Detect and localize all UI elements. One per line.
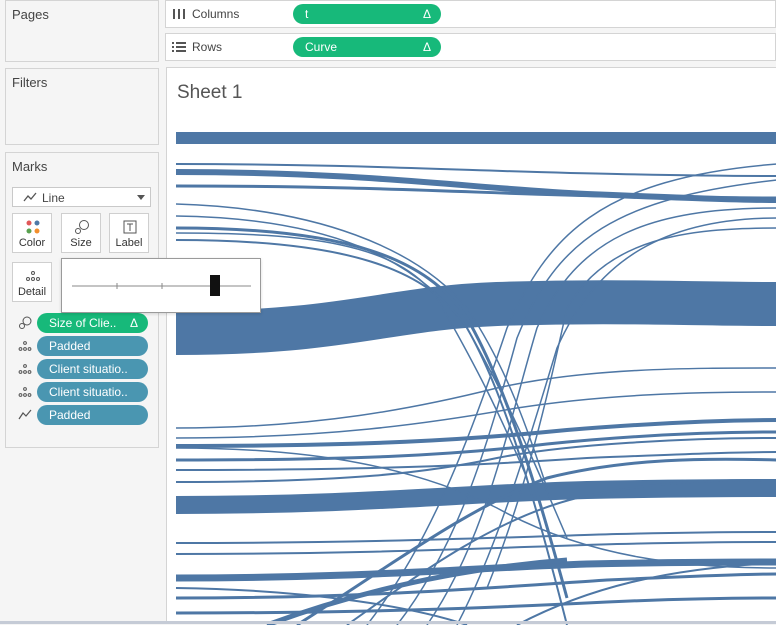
- rows-field-label: Curve: [305, 40, 338, 54]
- detail-field-pill[interactable]: Client situatio..: [37, 382, 148, 402]
- curve-line: [175, 479, 776, 514]
- delta-icon: Δ: [422, 7, 431, 21]
- columns-icon: [173, 9, 185, 19]
- detail-icon: [26, 271, 40, 281]
- rows-label: Rows: [192, 40, 223, 54]
- curve-line: [366, 163, 776, 625]
- detail-field-pill[interactable]: Client situatio..: [37, 359, 148, 379]
- delta-icon: Δ: [129, 316, 138, 330]
- color-button[interactable]: Color: [12, 213, 52, 253]
- path-field-label: Padded: [49, 408, 91, 422]
- size-icon: [19, 316, 32, 329]
- marks-title: Marks: [12, 159, 48, 174]
- rows-field-pill[interactable]: Curve Δ: [293, 37, 441, 57]
- rows-shelf[interactable]: Rows Curve Δ: [165, 33, 776, 61]
- columns-shelf[interactable]: Columns t Δ: [165, 0, 776, 28]
- columns-field-label: t: [305, 7, 309, 21]
- curve-line: [175, 531, 776, 544]
- path-field-pill[interactable]: Padded: [37, 405, 148, 425]
- size-field-label: Size of Clie..: [49, 316, 117, 330]
- filters-title: Filters: [12, 75, 48, 90]
- curve-line: [396, 179, 776, 625]
- curve-line: [175, 596, 776, 615]
- text-label-icon: [123, 220, 137, 234]
- detail-icon: [18, 387, 32, 397]
- detail-button-label: Detail: [17, 286, 47, 298]
- rows-icon: [172, 42, 186, 52]
- size-button-label: Size: [70, 237, 92, 249]
- path-icon: [18, 409, 32, 420]
- curve-line: [175, 280, 776, 355]
- label-button[interactable]: Label: [109, 213, 149, 253]
- filters-panel[interactable]: Filters: [5, 68, 159, 145]
- detail-field-label: Client situatio..: [49, 385, 128, 399]
- mark-type-dropdown[interactable]: Line: [12, 187, 151, 207]
- chevron-down-icon[interactable]: [137, 195, 145, 200]
- detail-field-pill[interactable]: Padded: [37, 336, 148, 356]
- curve-line: [516, 562, 776, 625]
- pages-title: Pages: [12, 7, 49, 22]
- mark-type-label: Line: [42, 191, 65, 205]
- curve-line: [175, 367, 776, 429]
- detail-icon: [18, 364, 32, 374]
- pages-panel: Pages: [5, 0, 159, 62]
- detail-field-label: Client situatio..: [49, 362, 128, 376]
- size-icon: [75, 220, 89, 234]
- size-button[interactable]: Size: [61, 213, 101, 253]
- line-mark-icon: [23, 192, 37, 202]
- worksheet-view[interactable]: Sheet 1: [166, 67, 776, 625]
- curves-plot[interactable]: [167, 68, 776, 625]
- size-slider-popup: [61, 258, 261, 313]
- columns-field-pill[interactable]: t Δ: [293, 4, 441, 24]
- curve-line: [175, 391, 776, 439]
- delta-icon: Δ: [422, 40, 431, 54]
- label-button-label: Label: [115, 237, 143, 249]
- color-icon: [26, 220, 40, 234]
- color-button-label: Color: [18, 237, 46, 249]
- detail-icon: [18, 341, 32, 351]
- curve-line: [175, 541, 776, 555]
- detail-field-label: Padded: [49, 339, 91, 353]
- size-slider[interactable]: [62, 259, 260, 312]
- size-slider-handle: [210, 275, 220, 296]
- columns-label: Columns: [192, 7, 240, 21]
- size-field-pill[interactable]: Size of Clie.. Δ: [37, 313, 148, 333]
- detail-button[interactable]: Detail: [12, 262, 52, 302]
